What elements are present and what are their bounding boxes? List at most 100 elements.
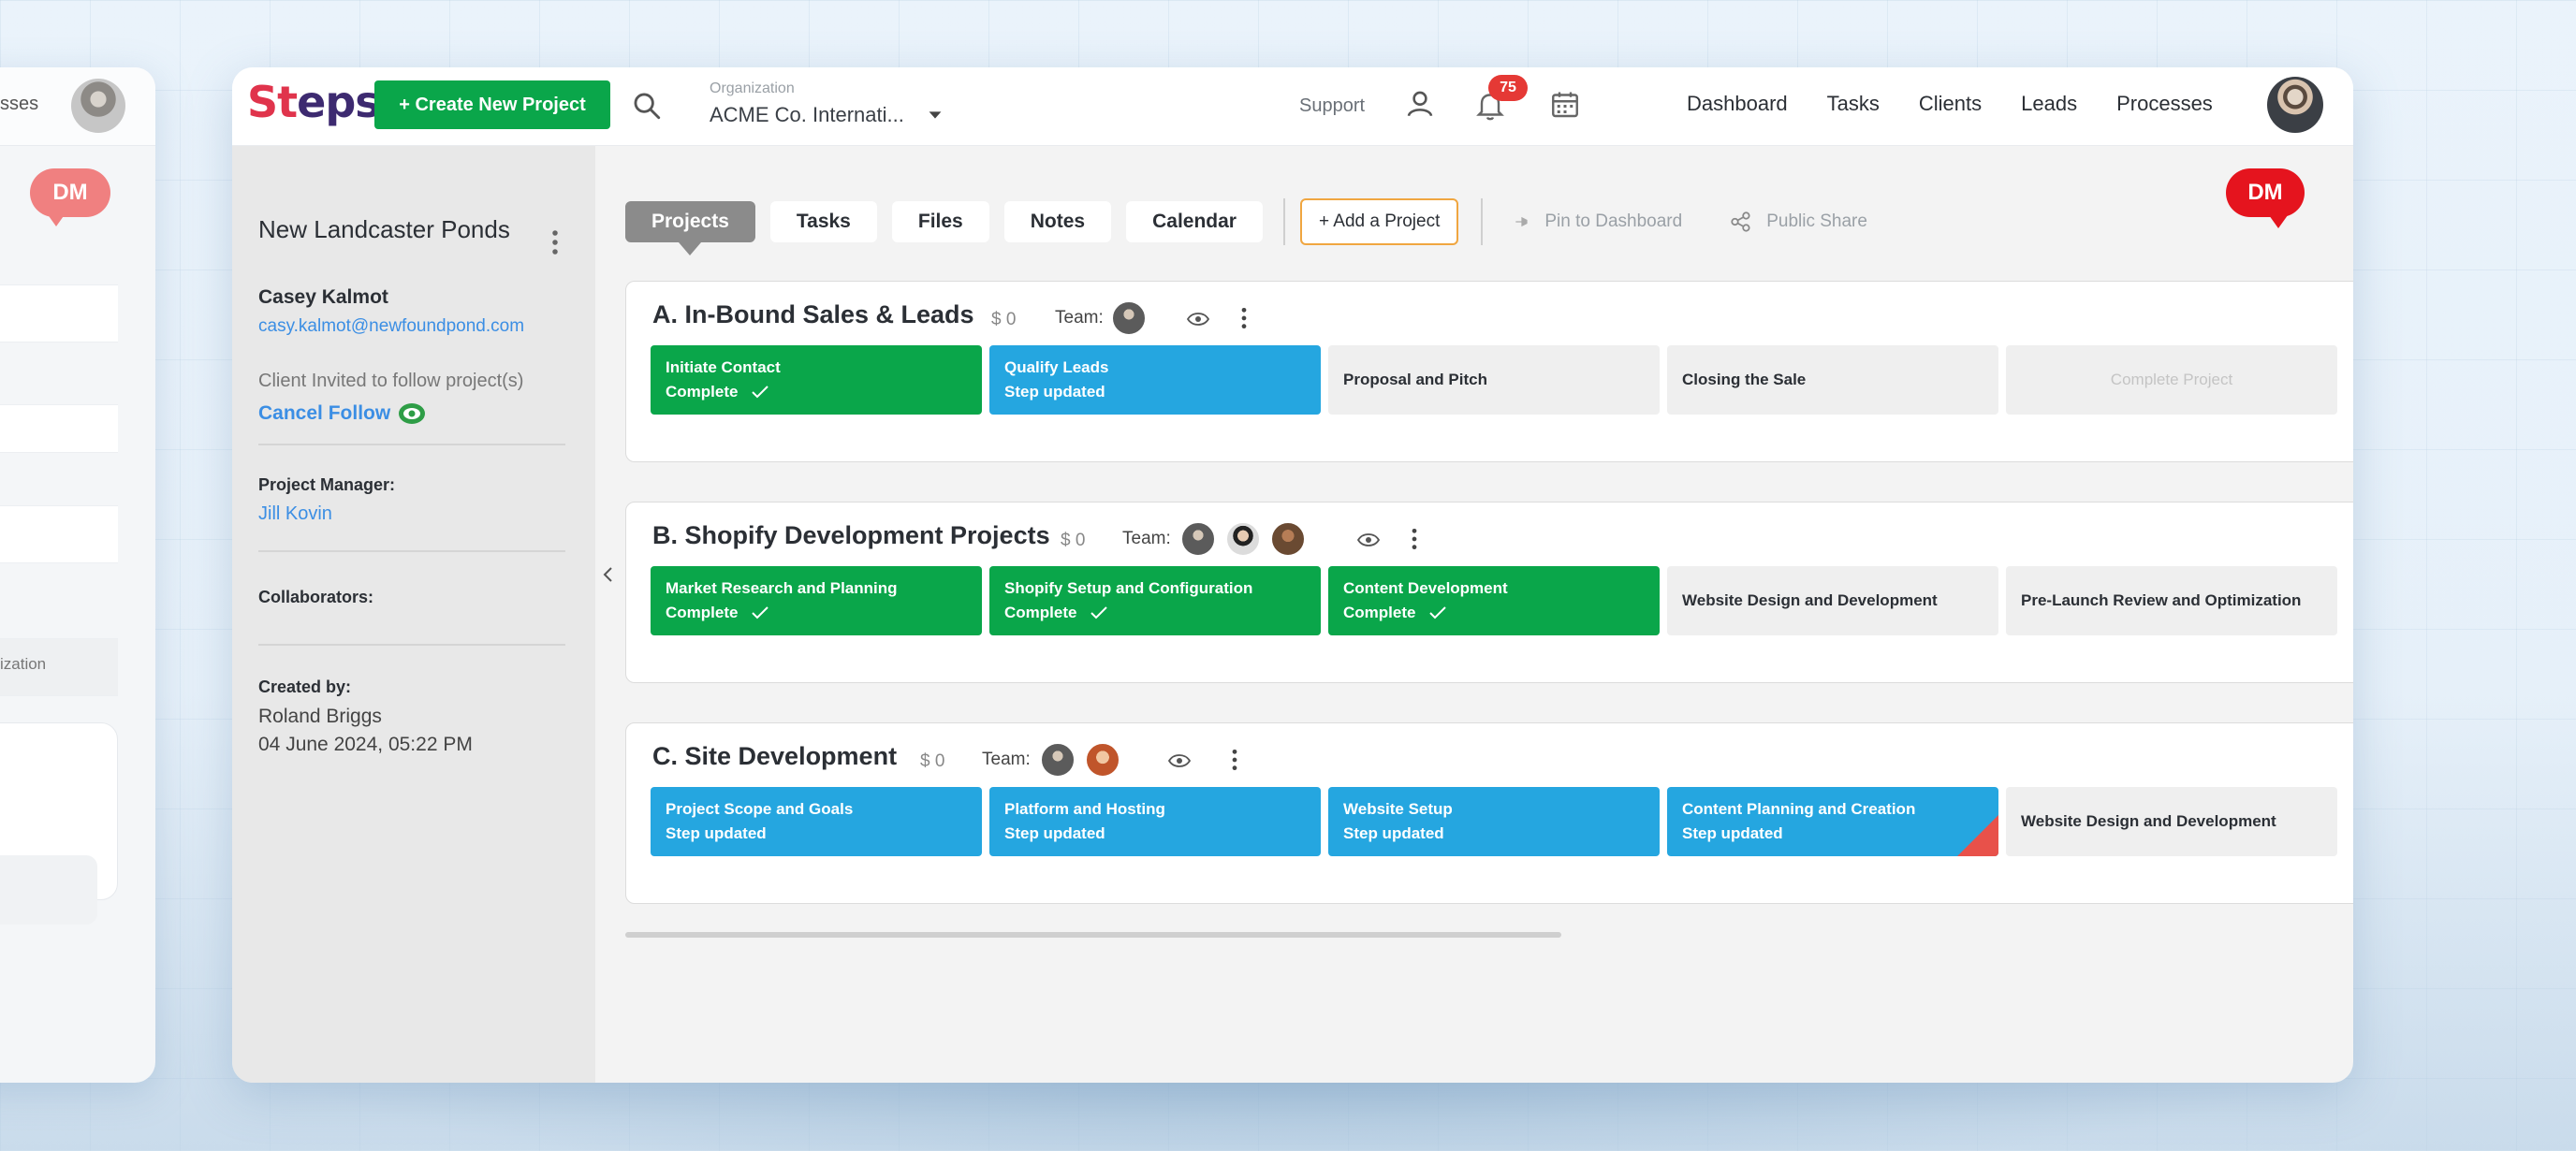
step-name: Website Design and Development [2021, 812, 2276, 830]
step-status: Complete [1004, 604, 1306, 622]
share-label: Public Share [1766, 211, 1867, 231]
user-icon[interactable] [1404, 88, 1436, 120]
sidebar-divider [258, 444, 565, 445]
step-card[interactable]: Proposal and Pitch [1328, 345, 1660, 415]
project-card: A. In-Bound Sales & Leads $ 0 Team: Init… [625, 281, 2353, 462]
created-at: 04 June 2024, 05:22 PM [258, 734, 473, 755]
project-card-title[interactable]: B. Shopify Development Projects [652, 521, 1050, 550]
project-amount: $ 0 [991, 310, 1017, 329]
step-card[interactable]: Content Planning and Creation Step updat… [1667, 787, 1998, 856]
step-card[interactable]: Website Design and Development [2006, 787, 2337, 856]
team-member-avatar[interactable] [1111, 300, 1147, 336]
tab-tasks[interactable]: Tasks [769, 201, 877, 242]
step-name: Pre-Launch Review and Optimization [2021, 591, 2302, 609]
nav-processes[interactable]: Processes [2116, 92, 2213, 116]
step-name: Proposal and Pitch [1343, 371, 1487, 388]
step-card[interactable]: Qualify Leads Step updated [989, 345, 1321, 415]
horizontal-scrollbar[interactable] [625, 932, 1561, 938]
bg-card-inner [0, 855, 97, 925]
step-card[interactable]: Website Design and Development [1667, 566, 1998, 635]
steps-logo[interactable]: Steps [247, 80, 381, 124]
team-label: Team: [1122, 529, 1171, 548]
nav-dashboard[interactable]: Dashboard [1687, 92, 1788, 116]
eye-icon[interactable] [1356, 531, 1381, 549]
dm-chat-bubble[interactable]: DM [2226, 168, 2305, 228]
project-steps: Market Research and Planning Complete Sh… [651, 566, 2345, 635]
step-card[interactable]: Platform and Hosting Step updated [989, 787, 1321, 856]
eye-icon[interactable] [1186, 310, 1210, 328]
team-member-avatar[interactable] [1270, 521, 1306, 557]
step-card[interactable]: Content Development Complete [1328, 566, 1660, 635]
nav-leads[interactable]: Leads [2021, 92, 2077, 116]
tab-files[interactable]: Files [891, 201, 989, 242]
step-name: Content Development [1343, 579, 1508, 597]
add-project-button[interactable]: + Add a Project [1299, 198, 1459, 245]
nav-tasks[interactable]: Tasks [1827, 92, 1880, 116]
client-invited-text: Client Invited to follow project(s) [258, 371, 524, 391]
calendar-icon[interactable] [1548, 88, 1582, 122]
team-member-avatar[interactable] [1085, 742, 1120, 778]
pin-icon [1515, 216, 1528, 227]
nav-clients[interactable]: Clients [1919, 92, 1982, 116]
cancel-follow-link[interactable]: Cancel Follow [258, 402, 390, 425]
team-avatars [1111, 300, 1156, 336]
step-status-text: Step updated [1004, 383, 1105, 401]
created-by-name: Roland Briggs [258, 706, 382, 727]
team-member-avatar[interactable] [1225, 521, 1261, 557]
background-window: sses DM ization [0, 67, 155, 1083]
project-card-title[interactable]: A. In-Bound Sales & Leads [652, 300, 974, 329]
collapse-sidebar-icon[interactable] [601, 563, 616, 586]
step-status-text: Complete [666, 604, 739, 621]
client-email-link[interactable]: casy.kalmot@newfoundpond.com [258, 316, 524, 337]
create-project-button[interactable]: + Create New Project [374, 80, 610, 129]
step-name: Complete Project [2110, 371, 2233, 388]
step-status: Complete [1343, 604, 1645, 622]
organization-label: Organization [710, 80, 795, 96]
search-icon[interactable] [631, 90, 663, 122]
step-card[interactable]: Market Research and Planning Complete [651, 566, 982, 635]
step-card[interactable]: Project Scope and Goals Step updated [651, 787, 982, 856]
kebab-menu-icon[interactable] [1411, 527, 1418, 551]
step-card[interactable]: Initiate Contact Complete [651, 345, 982, 415]
tab-notes[interactable]: Notes [1003, 201, 1112, 242]
eye-icon[interactable] [1167, 751, 1192, 770]
step-name: Website Setup [1343, 800, 1453, 818]
complete-project-step[interactable]: Complete Project [2006, 345, 2337, 415]
user-avatar[interactable] [2267, 77, 2323, 133]
kebab-menu-icon[interactable] [550, 228, 560, 256]
step-card[interactable]: Website Setup Step updated [1328, 787, 1660, 856]
project-card-title[interactable]: C. Site Development [652, 742, 897, 771]
step-card[interactable]: Closing the Sale [1667, 345, 1998, 415]
public-share-button[interactable]: Public Share [1729, 210, 1867, 234]
tab-projects[interactable]: Projects [625, 201, 755, 255]
step-name: Content Planning and Creation [1682, 800, 1916, 818]
tab-calendar[interactable]: Calendar [1126, 201, 1263, 242]
project-sidebar: New Landcaster Ponds Casey Kalmot casy.k… [232, 146, 595, 1083]
bg-nav-text: sses [0, 94, 39, 114]
step-status-text: Complete [1343, 604, 1416, 621]
step-name: Closing the Sale [1682, 371, 1807, 388]
client-name: Casey Kalmot [258, 286, 388, 308]
project-manager-link[interactable]: Jill Kovin [258, 503, 332, 525]
step-name: Qualify Leads [1004, 358, 1109, 376]
bg-row [0, 505, 118, 563]
organization-select[interactable]: ACME Co. Internati... [710, 103, 906, 127]
check-icon [752, 606, 769, 619]
pin-to-dashboard-button[interactable]: Pin to Dashboard [1513, 211, 1682, 232]
team-member-avatar[interactable] [1040, 742, 1076, 778]
project-card: B. Shopify Development Projects $ 0 Team… [625, 502, 2353, 683]
team-member-avatar[interactable] [1180, 521, 1216, 557]
kebab-menu-icon[interactable] [1231, 748, 1238, 772]
bg-row-label: ization [0, 655, 47, 673]
step-card[interactable]: Shopify Setup and Configuration Complete [989, 566, 1321, 635]
sidebar-divider [258, 644, 565, 646]
caret-down-icon[interactable] [925, 105, 945, 125]
step-card[interactable]: Pre-Launch Review and Optimization [2006, 566, 2337, 635]
team-label: Team: [1055, 308, 1104, 328]
step-status-text: Step updated [1682, 824, 1783, 842]
project-card: C. Site Development $ 0 Team: Project Sc… [625, 722, 2353, 904]
kebab-menu-icon[interactable] [1240, 306, 1248, 330]
share-icon [1731, 211, 1750, 232]
step-status-text: Step updated [666, 824, 767, 842]
support-link[interactable]: Support [1299, 95, 1365, 117]
